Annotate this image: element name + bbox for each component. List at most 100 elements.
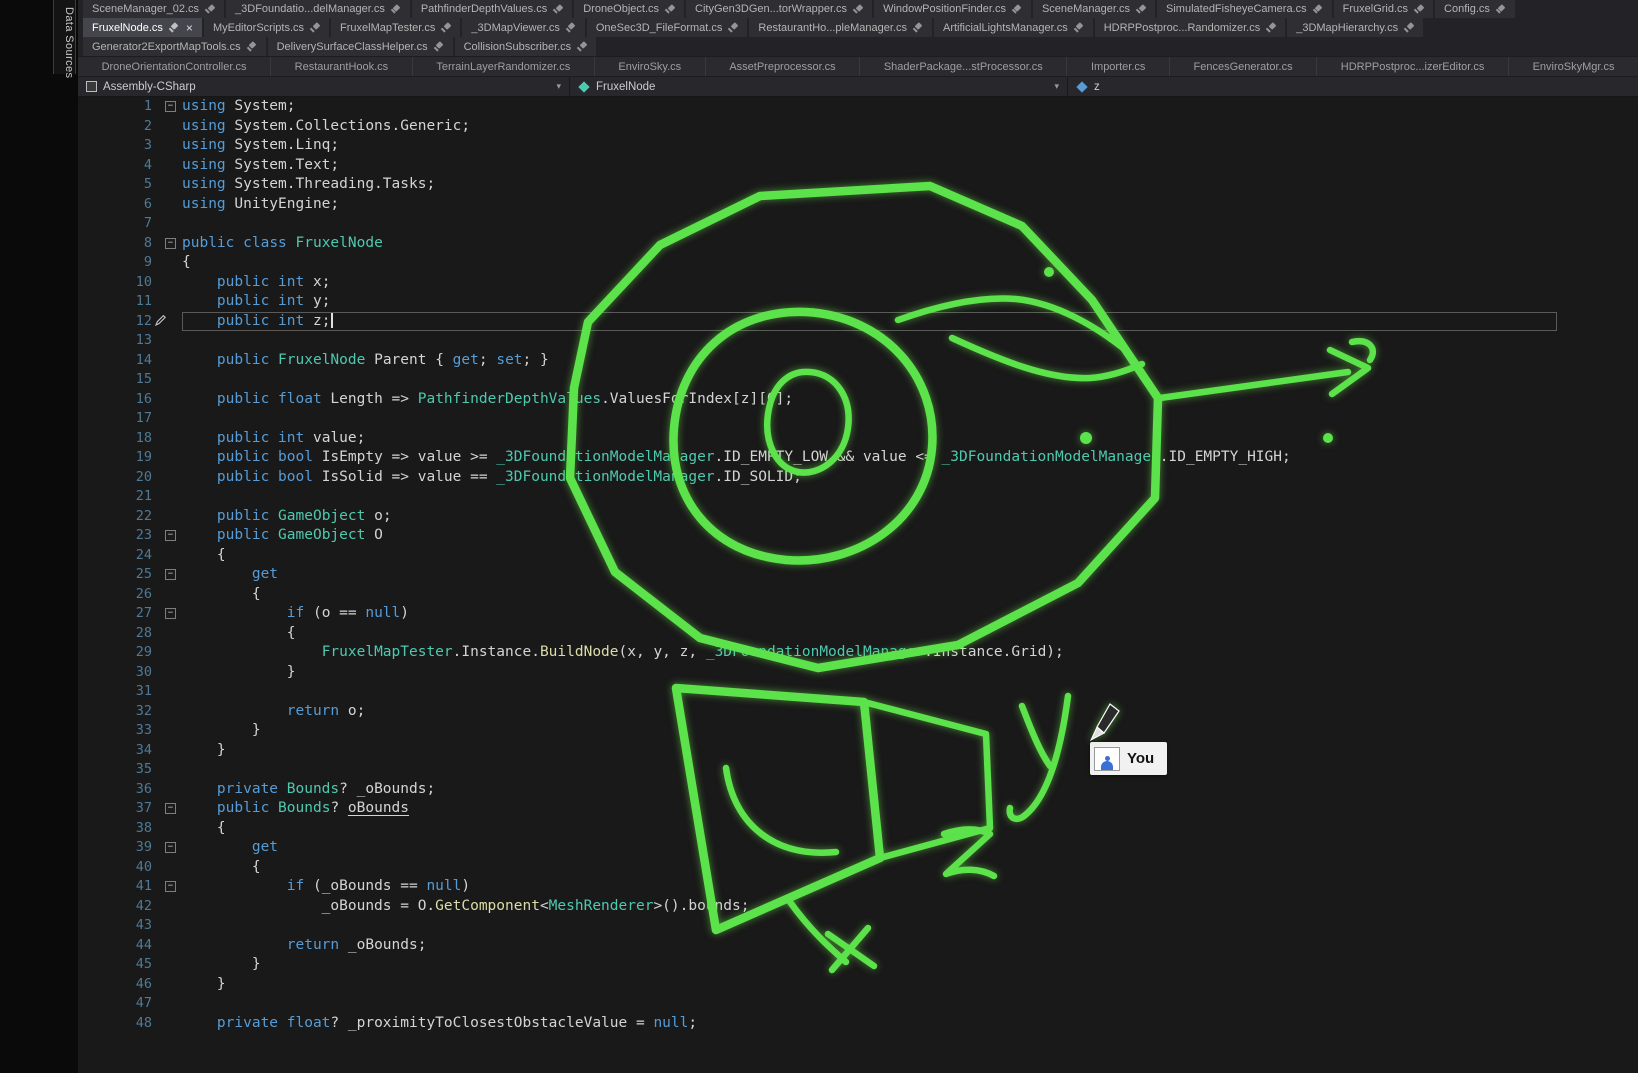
tab-CityGen3DGen...torWrapper.cs[interactable]: CityGen3DGen...torWrapper.cs — [686, 0, 872, 18]
code-line-21[interactable]: 21 — [78, 487, 1638, 507]
code-line-7[interactable]: 7 — [78, 214, 1638, 234]
code-line-4[interactable]: 4using System.Text; — [78, 156, 1638, 176]
project-dropdown[interactable]: Assembly-CSharp ▾ — [78, 77, 570, 96]
tab-EnviroSkyMgr.cs[interactable]: EnviroSkyMgr.cs — [1508, 57, 1638, 76]
tab-_3DFoundatio...delManager.cs[interactable]: _3DFoundatio...delManager.cs — [226, 0, 410, 18]
fold-marker[interactable]: − — [165, 881, 176, 892]
fold-marker[interactable]: − — [165, 238, 176, 249]
fold-column[interactable]: − — [164, 838, 182, 858]
code-line-30[interactable]: 30 } — [78, 663, 1638, 683]
code-line-17[interactable]: 17 — [78, 409, 1638, 429]
pin-icon[interactable] — [852, 4, 863, 15]
code-line-20[interactable]: 20 public bool IsSolid => value == _3DFo… — [78, 468, 1638, 488]
tab-EnviroSky.cs[interactable]: EnviroSky.cs — [594, 57, 705, 76]
tab-ShaderPackage...stProcessor.cs[interactable]: ShaderPackage...stProcessor.cs — [859, 57, 1066, 76]
pin-icon[interactable] — [390, 4, 401, 15]
tab-FruxelNode.cs[interactable]: FruxelNode.cs× — [83, 18, 202, 37]
pin-icon[interactable] — [1073, 22, 1084, 33]
tab-_3DMapHierarchy.cs[interactable]: _3DMapHierarchy.cs — [1287, 18, 1423, 37]
member-dropdown[interactable]: z — [1068, 77, 1638, 96]
code-line-38[interactable]: 38 { — [78, 819, 1638, 839]
code-line-35[interactable]: 35 — [78, 760, 1638, 780]
code-line-37[interactable]: 37− public Bounds? oBounds — [78, 799, 1638, 819]
code-editor[interactable]: 1−using System;2using System.Collections… — [78, 97, 1638, 1073]
close-icon[interactable]: × — [186, 22, 193, 34]
code-line-41[interactable]: 41− if (_oBounds == null) — [78, 877, 1638, 897]
tab-SimulatedFisheyeCamera.cs[interactable]: SimulatedFisheyeCamera.cs — [1157, 0, 1332, 18]
pin-icon[interactable] — [664, 4, 675, 15]
code-line-26[interactable]: 26 { — [78, 585, 1638, 605]
code-line-27[interactable]: 27− if (o == null) — [78, 604, 1638, 624]
tab-SceneManager_02.cs[interactable]: SceneManager_02.cs — [83, 0, 224, 18]
code-line-34[interactable]: 34 } — [78, 741, 1638, 761]
code-line-13[interactable]: 13 — [78, 331, 1638, 351]
code-line-22[interactable]: 22 public GameObject o; — [78, 507, 1638, 527]
pin-icon[interactable] — [565, 22, 576, 33]
pin-icon[interactable] — [168, 22, 179, 33]
tab-FruxelMapTester.cs[interactable]: FruxelMapTester.cs — [331, 18, 460, 37]
code-line-23[interactable]: 23− public GameObject O — [78, 526, 1638, 546]
code-line-31[interactable]: 31 — [78, 682, 1638, 702]
tab-_3DMapViewer.cs[interactable]: _3DMapViewer.cs — [462, 18, 584, 37]
tab-FencesGenerator.cs[interactable]: FencesGenerator.cs — [1169, 57, 1316, 76]
tab-DeliverySurfaceClassHelper.cs[interactable]: DeliverySurfaceClassHelper.cs — [268, 37, 453, 56]
fold-marker[interactable]: − — [165, 608, 176, 619]
code-line-8[interactable]: 8−public class FruxelNode — [78, 234, 1638, 254]
pin-icon[interactable] — [1495, 4, 1506, 15]
tab-DroneObject.cs[interactable]: DroneObject.cs — [574, 0, 684, 18]
tab-OneSec3D_FileFormat.cs[interactable]: OneSec3D_FileFormat.cs — [587, 18, 748, 37]
pin-icon[interactable] — [1403, 22, 1414, 33]
code-line-2[interactable]: 2using System.Collections.Generic; — [78, 117, 1638, 137]
pin-icon[interactable] — [912, 22, 923, 33]
tab-ArtificialLightsManager.cs[interactable]: ArtificialLightsManager.cs — [934, 18, 1093, 37]
code-line-46[interactable]: 46 } — [78, 975, 1638, 995]
code-line-40[interactable]: 40 { — [78, 858, 1638, 878]
pin-icon[interactable] — [440, 22, 451, 33]
code-line-33[interactable]: 33 } — [78, 721, 1638, 741]
pin-icon[interactable] — [1011, 4, 1022, 15]
fold-marker[interactable]: − — [165, 101, 176, 112]
fold-marker[interactable]: − — [165, 530, 176, 541]
tab-Config.cs[interactable]: Config.cs — [1435, 0, 1515, 18]
code-line-32[interactable]: 32 return o; — [78, 702, 1638, 722]
tab-Importer.cs[interactable]: Importer.cs — [1066, 57, 1169, 76]
tab-TerrainLayerRandomizer.cs[interactable]: TerrainLayerRandomizer.cs — [412, 57, 594, 76]
code-line-44[interactable]: 44 return _oBounds; — [78, 936, 1638, 956]
tab-Generator2ExportMapTools.cs[interactable]: Generator2ExportMapTools.cs — [83, 37, 266, 56]
fold-column[interactable]: − — [164, 604, 182, 624]
code-line-48[interactable]: 48 private float? _proximityToClosestObs… — [78, 1014, 1638, 1034]
tab-DroneOrientationController.cs[interactable]: DroneOrientationController.cs — [78, 57, 270, 76]
code-line-5[interactable]: 5using System.Threading.Tasks; — [78, 175, 1638, 195]
tab-RestaurantHo...pleManager.cs[interactable]: RestaurantHo...pleManager.cs — [749, 18, 932, 37]
pin-icon[interactable] — [1135, 4, 1146, 15]
pin-icon[interactable] — [1413, 4, 1424, 15]
code-line-16[interactable]: 16 public float Length => PathfinderDept… — [78, 390, 1638, 410]
pin-icon[interactable] — [433, 41, 444, 52]
pin-icon[interactable] — [204, 4, 215, 15]
code-line-15[interactable]: 15 — [78, 370, 1638, 390]
tab-PathfinderDepthValues.cs[interactable]: PathfinderDepthValues.cs — [412, 0, 572, 18]
code-line-3[interactable]: 3using System.Linq; — [78, 136, 1638, 156]
code-line-14[interactable]: 14 public FruxelNode Parent { get; set; … — [78, 351, 1638, 371]
code-line-6[interactable]: 6using UnityEngine; — [78, 195, 1638, 215]
tab-AssetPreprocessor.cs[interactable]: AssetPreprocessor.cs — [705, 57, 860, 76]
fold-column[interactable]: − — [164, 97, 182, 117]
code-line-19[interactable]: 19 public bool IsEmpty => value >= _3DFo… — [78, 448, 1638, 468]
pin-icon[interactable] — [552, 4, 563, 15]
tab-HDRPPostproc...Randomizer.cs[interactable]: HDRPPostproc...Randomizer.cs — [1095, 18, 1286, 37]
code-line-11[interactable]: 11 public int y; — [78, 292, 1638, 312]
code-line-42[interactable]: 42 _oBounds = O.GetComponent<MeshRendere… — [78, 897, 1638, 917]
code-line-10[interactable]: 10 public int x; — [78, 273, 1638, 293]
tab-FruxelGrid.cs[interactable]: FruxelGrid.cs — [1334, 0, 1433, 18]
code-line-9[interactable]: 9{ — [78, 253, 1638, 273]
data-sources-flyout-tab[interactable]: Data Sources — [53, 0, 76, 74]
code-line-39[interactable]: 39− get — [78, 838, 1638, 858]
fold-marker[interactable]: − — [165, 842, 176, 853]
code-line-36[interactable]: 36 private Bounds? _oBounds; — [78, 780, 1638, 800]
code-line-47[interactable]: 47 — [78, 994, 1638, 1014]
pin-icon[interactable] — [1312, 4, 1323, 15]
fold-marker[interactable]: − — [165, 569, 176, 580]
pin-icon[interactable] — [309, 22, 320, 33]
code-line-45[interactable]: 45 } — [78, 955, 1638, 975]
code-line-28[interactable]: 28 { — [78, 624, 1638, 644]
